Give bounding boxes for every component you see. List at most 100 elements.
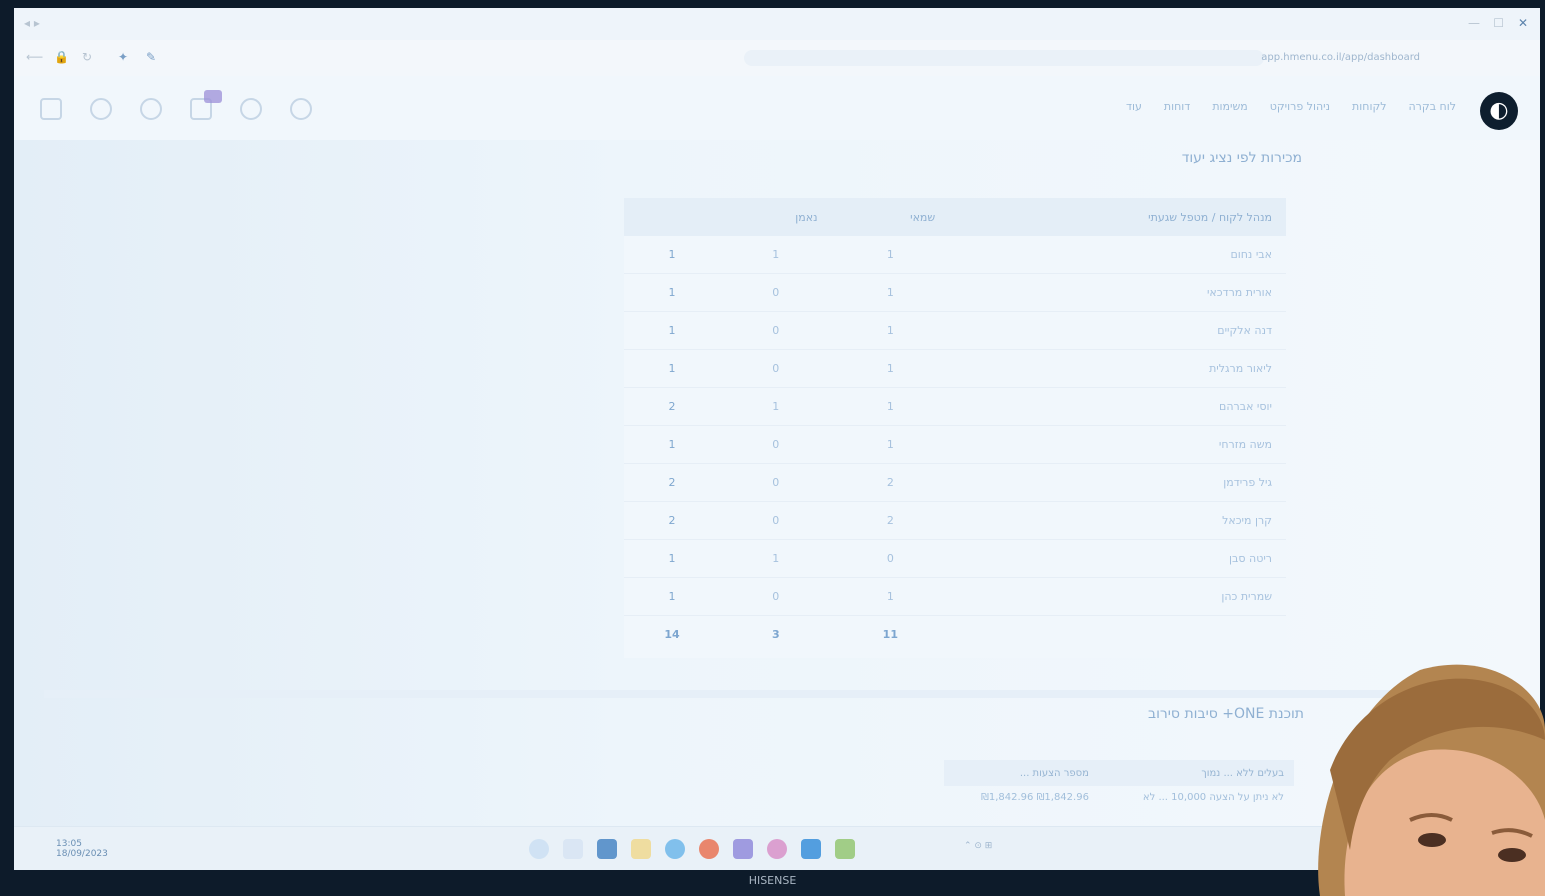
- sales-table-card: מנהל לקוח / מטפל שגעתי שמאי נאמן אבי נחו…: [624, 198, 1286, 658]
- nav-item[interactable]: משימות: [1212, 100, 1247, 113]
- sales-table: מנהל לקוח / מטפל שגעתי שמאי נאמן אבי נחו…: [624, 198, 1286, 653]
- cell-b: 0: [720, 349, 832, 388]
- table-row[interactable]: קרן מיכאל 2 0 2: [624, 501, 1286, 540]
- cell-name: משה מזרחי: [949, 425, 1286, 464]
- back-icon[interactable]: ⟵: [26, 50, 43, 64]
- table-body: אבי נחום 1 1 1 אורית מרדכאי 1 0 1 דנה אלקיים 1 0 1 ל…: [624, 236, 1286, 653]
- apps-icon[interactable]: [40, 98, 62, 120]
- rejection-header-row: בעלים ללא ... נמוך מספר הצעות ...: [944, 760, 1294, 786]
- cell-b: 0: [720, 425, 832, 464]
- nav-item[interactable]: לוח בקרה: [1409, 100, 1457, 113]
- presenter-photo: [1318, 664, 1545, 896]
- taskbar-time: 13:05: [56, 839, 82, 849]
- table-row[interactable]: גיל פרידמן 2 0 2: [624, 463, 1286, 502]
- nav-item[interactable]: עוד: [1126, 100, 1142, 113]
- table-row[interactable]: ליאור מרגלית 1 0 1: [624, 349, 1286, 388]
- cell-a: 2: [831, 501, 950, 540]
- table-row[interactable]: יוסי אברהם 1 1 2: [624, 387, 1286, 426]
- cell-name: שמרית כהן: [949, 577, 1286, 616]
- taskbar-date: 18/09/2023: [56, 849, 108, 859]
- nav-item[interactable]: ניהול פרויקט: [1270, 100, 1330, 113]
- pin-icon[interactable]: ✦: [118, 50, 128, 64]
- taskbar-tray[interactable]: ⌃ ⊙ ⊞: [964, 841, 992, 851]
- cell-name: יוסי אברהם: [949, 387, 1286, 426]
- cell-total: 1: [624, 425, 721, 464]
- extension-icon[interactable]: ✎: [146, 50, 156, 64]
- header-icons: [40, 98, 312, 120]
- table-row[interactable]: אורית מרדכאי 1 0 1: [624, 273, 1286, 312]
- cell-b: 1: [720, 539, 832, 578]
- nav-item[interactable]: לקוחות: [1352, 100, 1386, 113]
- rejection-row[interactable]: לא ניתן על הצעה 10,000 ... לא ₪1,842.96 …: [944, 786, 1294, 808]
- col-header-total[interactable]: [624, 198, 721, 236]
- table-header-row: מנהל לקוח / מטפל שגעתי שמאי נאמן: [624, 198, 1286, 236]
- col-header-b[interactable]: נאמן: [720, 198, 832, 236]
- chrome-icon[interactable]: [699, 839, 719, 859]
- browser-toolbar: ⟵ 🔒 ↻ ✦ ✎ app.hmenu.co.il/app/dashboard: [14, 40, 1540, 77]
- cell-b: 0: [720, 501, 832, 540]
- monitor: ◂ ▸ — ☐ ✕ ⟵ 🔒 ↻ ✦ ✎ app.hmenu.co.il/app/…: [0, 0, 1545, 896]
- total-empty: [949, 616, 1286, 654]
- mail-icon[interactable]: [597, 839, 617, 859]
- taskbar-apps: [529, 839, 855, 859]
- cell-a: 0: [831, 539, 950, 578]
- cell-name: ליאור מרגלית: [949, 349, 1286, 388]
- help-icon[interactable]: [140, 98, 162, 120]
- cell-b: 0: [720, 311, 832, 350]
- outlook-icon[interactable]: [801, 839, 821, 859]
- browser-titlebar: ◂ ▸ — ☐ ✕: [14, 8, 1540, 40]
- folder-icon[interactable]: [631, 839, 651, 859]
- app-icon[interactable]: [835, 839, 855, 859]
- cell-name: אורית מרדכאי: [949, 273, 1286, 312]
- url-text[interactable]: app.hmenu.co.il/app/dashboard: [1261, 52, 1420, 63]
- table-row[interactable]: אבי נחום 1 1 1: [624, 236, 1286, 274]
- minimize-icon[interactable]: —: [1468, 16, 1480, 30]
- table-row[interactable]: שמרית כהן 1 0 1: [624, 577, 1286, 616]
- cell-total: 2: [624, 387, 721, 426]
- cell-name: אבי נחום: [949, 236, 1286, 274]
- photos-icon[interactable]: [767, 839, 787, 859]
- settings-icon[interactable]: [90, 98, 112, 120]
- teams-icon[interactable]: [733, 839, 753, 859]
- edge-icon[interactable]: [665, 839, 685, 859]
- table-row[interactable]: ריטה סבן 0 1 1: [624, 539, 1286, 578]
- task-view-icon[interactable]: [563, 839, 583, 859]
- table-row[interactable]: דנה אלקיים 1 0 1: [624, 311, 1286, 350]
- cell-total: 1: [624, 273, 721, 312]
- rejection-col-2[interactable]: מספר הצעות ...: [944, 760, 1099, 786]
- refresh-icon[interactable]: ↻: [82, 50, 92, 64]
- cell-a: 1: [831, 577, 950, 616]
- col-header-a[interactable]: שמאי: [831, 198, 950, 236]
- cell-a: 1: [831, 236, 950, 274]
- maximize-icon[interactable]: ☐: [1493, 16, 1504, 30]
- table-row[interactable]: משה מזרחי 1 0 1: [624, 425, 1286, 464]
- nav-item[interactable]: דוחות: [1164, 100, 1190, 113]
- cell-name: דנה אלקיים: [949, 311, 1286, 350]
- cell-a: 1: [831, 311, 950, 350]
- taskbar-clock[interactable]: 13:05 18/09/2023: [56, 839, 108, 859]
- cell-total: 2: [624, 501, 721, 540]
- search-icon[interactable]: [290, 98, 312, 120]
- cell-b: 0: [720, 273, 832, 312]
- window-menu-icon[interactable]: ◂ ▸: [24, 16, 40, 30]
- cell-total: 2: [624, 463, 721, 502]
- clock-icon[interactable]: [240, 98, 262, 120]
- app-logo[interactable]: ◐: [1480, 92, 1518, 130]
- address-bar[interactable]: [744, 50, 1264, 66]
- chat-badge-icon[interactable]: [204, 90, 222, 103]
- cell-total: 1: [624, 236, 721, 274]
- section2-title: תוכנת ONE+ סיבות סירוב: [1147, 706, 1304, 722]
- cell-a: 1: [831, 425, 950, 464]
- col-header-name[interactable]: מנהל לקוח / מטפל שגעתי: [949, 198, 1286, 236]
- cell-b: 1: [720, 236, 832, 274]
- total-total: 14: [664, 628, 680, 641]
- close-icon[interactable]: ✕: [1518, 16, 1528, 30]
- start-icon[interactable]: [529, 839, 549, 859]
- rejection-cell-1: לא ניתן על הצעה 10,000 ... לא: [1142, 791, 1284, 803]
- rejection-cell-2: ₪1,842.96 ₪1,842.96: [981, 791, 1089, 803]
- section-title: מכירות לפי נציג יעוד: [1181, 150, 1302, 166]
- cell-a: 2: [831, 463, 950, 502]
- main-nav: לוח בקרה לקוחות ניהול פרויקט משימות דוחות עוד: [1126, 100, 1456, 113]
- total-a: 11: [882, 628, 898, 641]
- rejection-col-1[interactable]: בעלים ללא ... נמוך: [1098, 760, 1294, 786]
